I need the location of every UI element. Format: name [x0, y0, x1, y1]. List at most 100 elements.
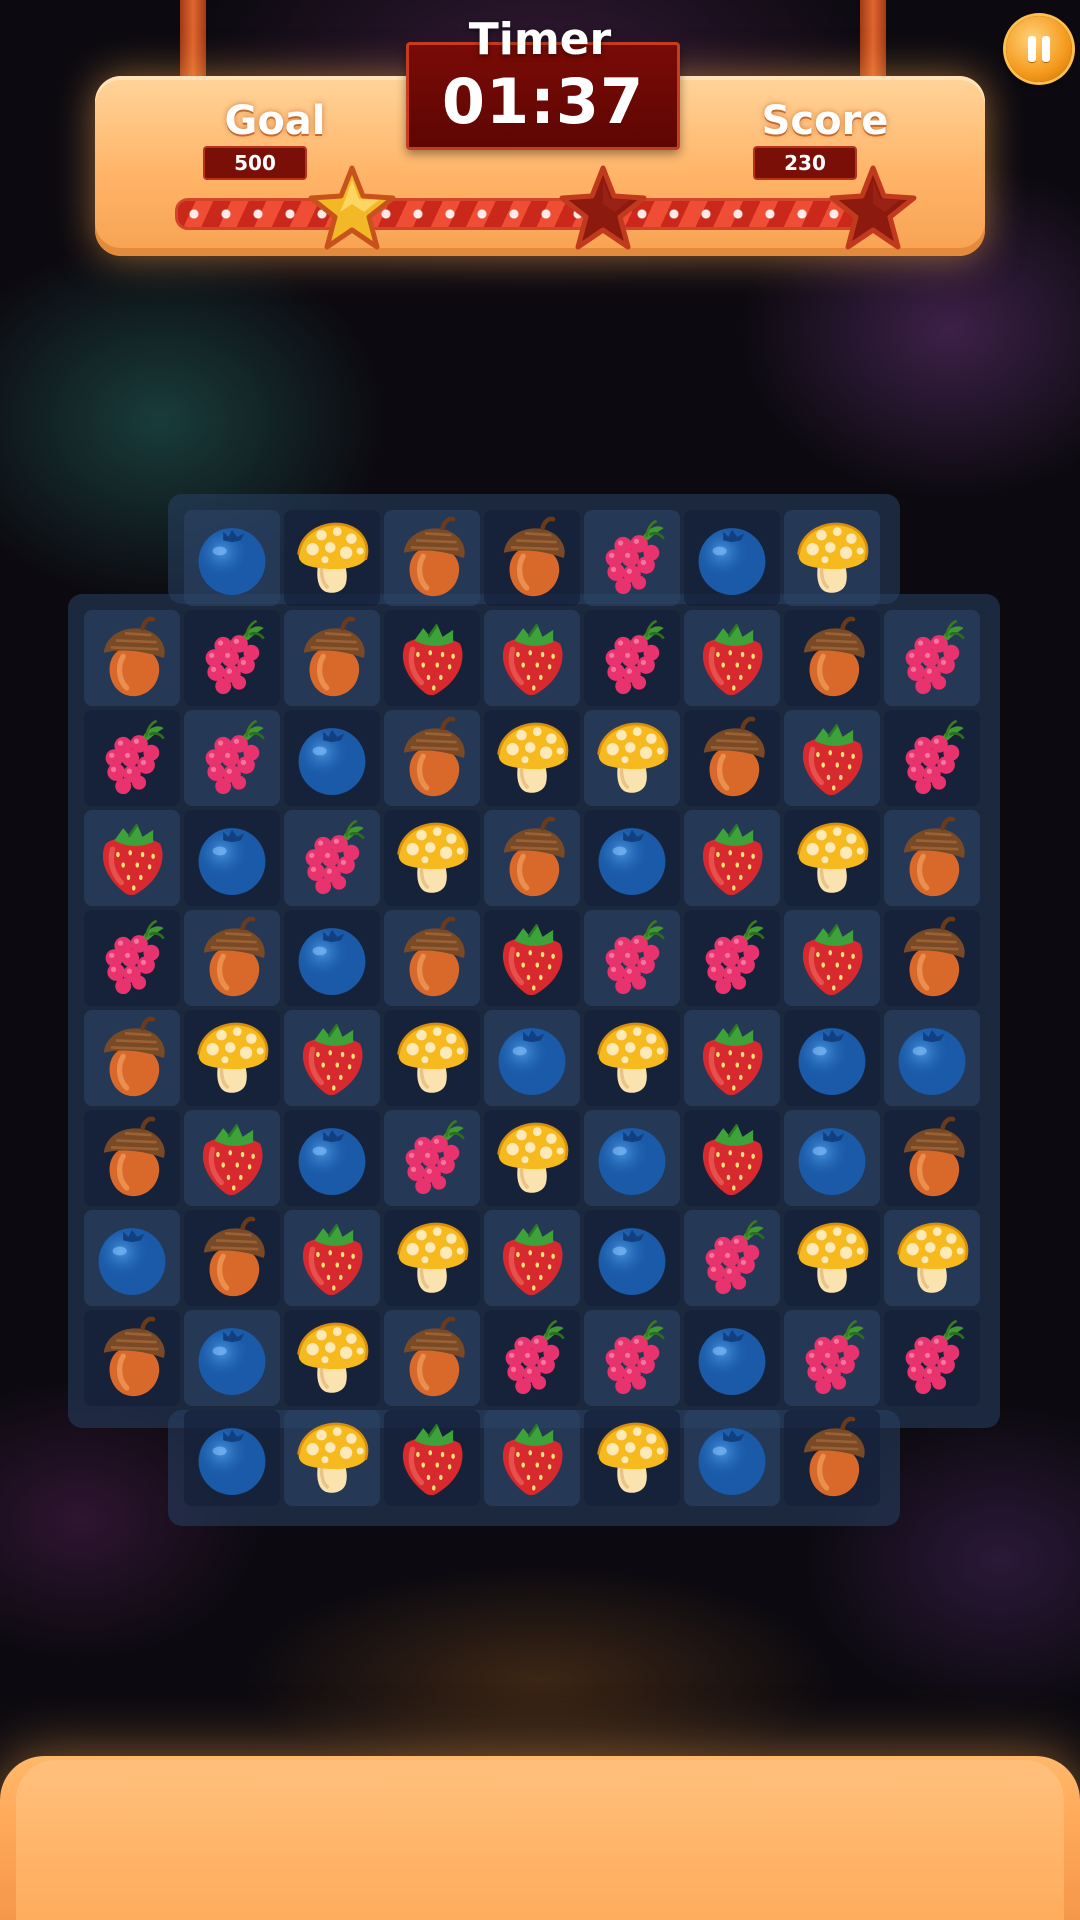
board-cell-blueberry[interactable] [684, 1410, 780, 1506]
board-cell-blueberry[interactable] [84, 1210, 180, 1306]
board-cell-blueberry[interactable] [784, 1110, 880, 1206]
board-cell-blueberry[interactable] [284, 710, 380, 806]
board-cell-strawberry[interactable] [684, 1010, 780, 1106]
board-cell-acorn[interactable] [84, 1110, 180, 1206]
board-cell-mushroom[interactable] [484, 710, 580, 806]
board-cell-acorn[interactable] [384, 1310, 480, 1406]
board-cell-raspberry[interactable] [284, 810, 380, 906]
board-cell-raspberry[interactable] [84, 910, 180, 1006]
board-cell-strawberry[interactable] [484, 610, 580, 706]
board-cell-acorn[interactable] [384, 510, 480, 606]
board-cell-mushroom[interactable] [284, 1410, 380, 1506]
score-progress-bar [175, 198, 881, 230]
board-cell-acorn[interactable] [84, 610, 180, 706]
board-cell-raspberry[interactable] [784, 1310, 880, 1406]
board-cell-mushroom[interactable] [584, 710, 680, 806]
progress-star-2-icon [558, 164, 648, 254]
board-cell-mushroom[interactable] [884, 1210, 980, 1306]
board-cell-blueberry[interactable] [484, 1010, 580, 1106]
board-cell-strawberry[interactable] [784, 910, 880, 1006]
board-cell-raspberry[interactable] [584, 510, 680, 606]
board-cell-blueberry[interactable] [184, 1310, 280, 1406]
board-cell-raspberry[interactable] [184, 610, 280, 706]
score-label: Score [761, 98, 889, 144]
board-cell-strawberry[interactable] [284, 1210, 380, 1306]
board-cell-mushroom[interactable] [784, 510, 880, 606]
board-cell-acorn[interactable] [484, 810, 580, 906]
board-cell-mushroom[interactable] [284, 510, 380, 606]
board-cell-acorn[interactable] [284, 610, 380, 706]
board-cell-raspberry[interactable] [684, 910, 780, 1006]
board-cell-strawberry[interactable] [484, 1210, 580, 1306]
board-cell-strawberry[interactable] [684, 810, 780, 906]
hanging-rope-right [860, 0, 886, 86]
hanging-rope-left [180, 0, 206, 86]
board-cell-acorn[interactable] [384, 910, 480, 1006]
board-cell-strawberry[interactable] [484, 1410, 580, 1506]
board-cell-acorn[interactable] [784, 610, 880, 706]
board-cell-strawberry[interactable] [784, 710, 880, 806]
board-cell-acorn[interactable] [184, 910, 280, 1006]
board-cell-blueberry[interactable] [184, 510, 280, 606]
board-cell-blueberry[interactable] [284, 910, 380, 1006]
progress-star-1-icon [307, 164, 397, 254]
board-cell-strawberry[interactable] [284, 1010, 380, 1106]
board-cell-raspberry[interactable] [884, 1310, 980, 1406]
board-cell-mushroom[interactable] [784, 810, 880, 906]
board-cell-strawberry[interactable] [84, 810, 180, 906]
board-cell-strawberry[interactable] [684, 610, 780, 706]
board-cell-acorn[interactable] [484, 510, 580, 606]
board-cell-blueberry[interactable] [684, 510, 780, 606]
board-cell-raspberry[interactable] [584, 1310, 680, 1406]
goal-value: 500 [203, 146, 307, 180]
board-cell-acorn[interactable] [384, 710, 480, 806]
board-cell-raspberry[interactable] [884, 710, 980, 806]
board-cell-acorn[interactable] [884, 1110, 980, 1206]
board-cell-acorn[interactable] [684, 710, 780, 806]
board-cell-blueberry[interactable] [284, 1110, 380, 1206]
board-cell-raspberry[interactable] [884, 610, 980, 706]
board-cell-mushroom[interactable] [484, 1110, 580, 1206]
bottom-panel [0, 1756, 1080, 1920]
board-cell-raspberry[interactable] [584, 910, 680, 1006]
board-cell-raspberry[interactable] [84, 710, 180, 806]
goal-label: Goal [224, 98, 326, 144]
board-cell-strawberry[interactable] [384, 610, 480, 706]
board-cell-blueberry[interactable] [184, 810, 280, 906]
board-cell-strawberry[interactable] [484, 910, 580, 1006]
board-cell-mushroom[interactable] [384, 810, 480, 906]
board-cell-mushroom[interactable] [384, 1010, 480, 1106]
board-cell-strawberry[interactable] [384, 1410, 480, 1506]
board-cell-raspberry[interactable] [684, 1210, 780, 1306]
pause-icon [1042, 36, 1050, 62]
pause-button[interactable] [1006, 16, 1072, 82]
board-cell-mushroom[interactable] [784, 1210, 880, 1306]
board-cell-mushroom[interactable] [584, 1410, 680, 1506]
board-cell-mushroom[interactable] [184, 1010, 280, 1106]
board-cell-blueberry[interactable] [184, 1410, 280, 1506]
board-cell-acorn[interactable] [784, 1410, 880, 1506]
board-cell-blueberry[interactable] [584, 810, 680, 906]
board-cell-raspberry[interactable] [184, 710, 280, 806]
board-cell-mushroom[interactable] [284, 1310, 380, 1406]
board-cell-acorn[interactable] [184, 1210, 280, 1306]
board-cell-blueberry[interactable] [684, 1310, 780, 1406]
board-cell-acorn[interactable] [884, 910, 980, 1006]
progress-star-3-icon [828, 164, 918, 254]
board-cell-raspberry[interactable] [484, 1310, 580, 1406]
timer-label: Timer [468, 14, 612, 65]
board-cell-mushroom[interactable] [384, 1210, 480, 1306]
board-cell-blueberry[interactable] [584, 1210, 680, 1306]
timer-value: 01:37 [441, 65, 645, 138]
board-cell-strawberry[interactable] [184, 1110, 280, 1206]
board-cell-blueberry[interactable] [584, 1110, 680, 1206]
board-cell-strawberry[interactable] [684, 1110, 780, 1206]
board-cell-raspberry[interactable] [584, 610, 680, 706]
board-cell-mushroom[interactable] [584, 1010, 680, 1106]
board-cell-blueberry[interactable] [884, 1010, 980, 1106]
board-cell-acorn[interactable] [884, 810, 980, 906]
board-cell-blueberry[interactable] [784, 1010, 880, 1106]
board-cell-raspberry[interactable] [384, 1110, 480, 1206]
board-cell-acorn[interactable] [84, 1310, 180, 1406]
board-cell-acorn[interactable] [84, 1010, 180, 1106]
